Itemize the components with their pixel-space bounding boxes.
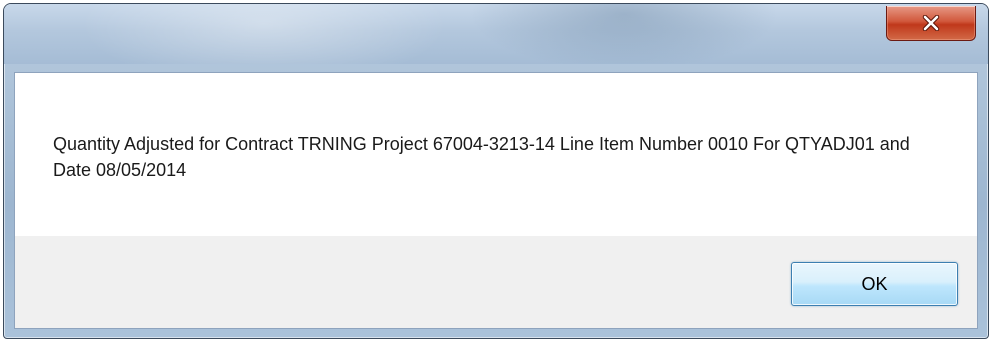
button-bar: OK	[15, 236, 977, 328]
message-dialog: Quantity Adjusted for Contract TRNING Pr…	[3, 3, 989, 339]
ok-button[interactable]: OK	[791, 262, 958, 306]
dialog-content: Quantity Adjusted for Contract TRNING Pr…	[14, 72, 978, 329]
close-icon	[922, 15, 940, 31]
close-button[interactable]	[886, 6, 976, 41]
message-text: Quantity Adjusted for Contract TRNING Pr…	[53, 134, 910, 180]
message-area: Quantity Adjusted for Contract TRNING Pr…	[15, 73, 977, 236]
dialog-titlebar[interactable]	[4, 4, 988, 64]
